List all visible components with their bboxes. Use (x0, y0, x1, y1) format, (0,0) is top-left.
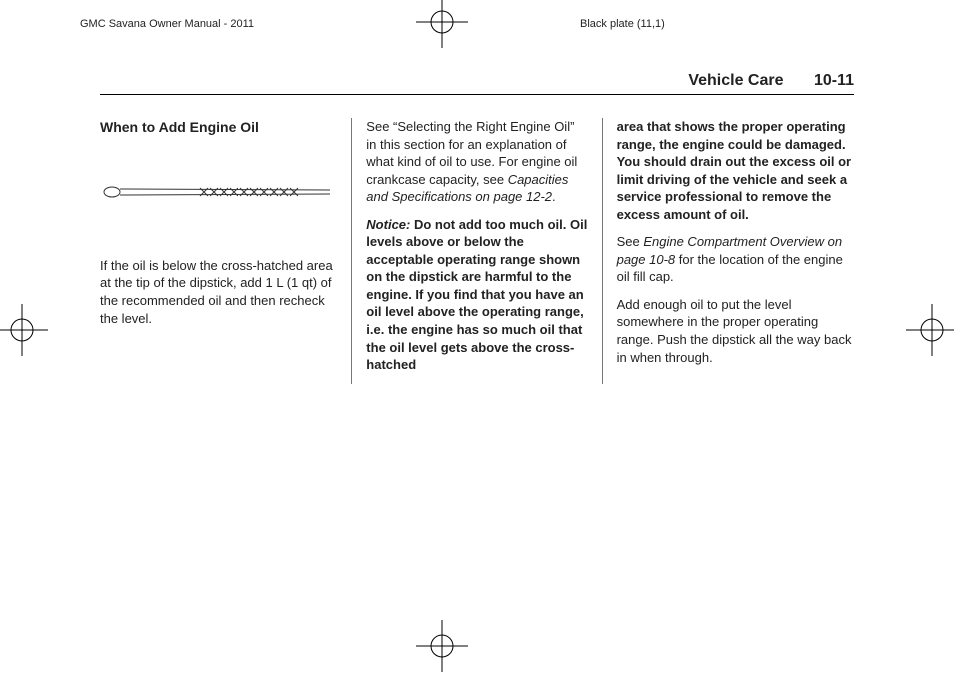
notice-label: Notice: (366, 217, 410, 232)
notice-body: Do not add too much oil. Oil levels abov… (366, 217, 587, 372)
column-2: See “Selecting the Right Engine Oil” in … (351, 118, 602, 384)
manual-title: GMC Savana Owner Manual - 2011 (80, 18, 254, 30)
col2-p1-text-b: . (552, 189, 556, 204)
col2-paragraph-1: See “Selecting the Right Engine Oil” in … (366, 118, 587, 206)
col3-p2-text-a: See (617, 234, 644, 249)
registration-mark-bottom-icon (414, 618, 470, 674)
section-title: Vehicle Care (688, 72, 783, 89)
col3-paragraph-3: Add enough oil to put the level somewher… (617, 296, 854, 366)
registration-mark-right-icon (904, 302, 954, 358)
body-columns: When to Add Engine Oil (100, 118, 854, 384)
column-3: area that shows the proper operating ran… (603, 118, 854, 384)
registration-mark-top-icon (414, 0, 470, 50)
running-header: Vehicle Care 10-11 (688, 72, 854, 90)
page-number: 10-11 (814, 72, 854, 89)
col2-notice-paragraph: Notice: Do not add too much oil. Oil lev… (366, 216, 587, 374)
col1-paragraph-1: If the oil is below the cross-hatched ar… (100, 257, 337, 327)
col3-paragraph-2: See Engine Compartment Overview on page … (617, 233, 854, 286)
dipstick-icon (100, 177, 330, 207)
plate-info: Black plate (11,1) (580, 18, 665, 30)
header-rule (100, 94, 854, 95)
col1-heading: When to Add Engine Oil (100, 118, 337, 137)
col3-paragraph-1: area that shows the proper operating ran… (617, 118, 854, 223)
dipstick-illustration (100, 177, 337, 207)
registration-mark-left-icon (0, 302, 50, 358)
column-1: When to Add Engine Oil (100, 118, 351, 384)
